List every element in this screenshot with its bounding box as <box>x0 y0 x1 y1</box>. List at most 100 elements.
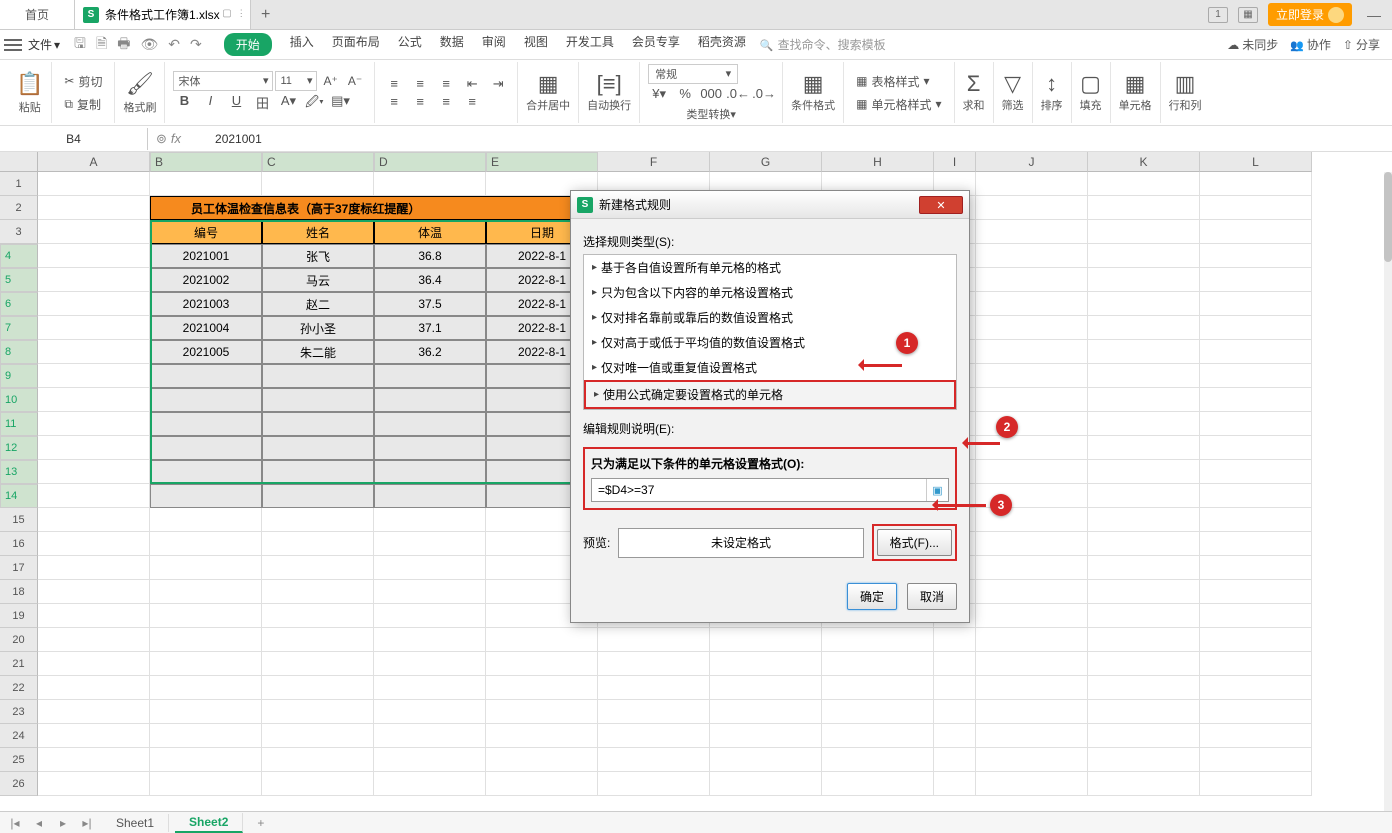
cell[interactable] <box>38 652 150 676</box>
cell[interactable] <box>150 676 262 700</box>
cell[interactable]: 朱二能 <box>262 340 374 364</box>
dec-decimal-icon[interactable]: .0→ <box>752 86 774 102</box>
col-header-H[interactable]: H <box>822 152 934 172</box>
zoom-icon[interactable]: ⊚ <box>156 131 167 147</box>
font-size-select[interactable]: 11▾ <box>275 71 317 91</box>
cell[interactable] <box>1088 244 1200 268</box>
cell[interactable] <box>1088 772 1200 796</box>
formula-input[interactable] <box>592 479 926 501</box>
ribbon-tab-insert[interactable]: 插入 <box>290 33 314 56</box>
cell[interactable] <box>976 532 1088 556</box>
cell[interactable] <box>822 748 934 772</box>
cell[interactable]: 张飞 <box>262 244 374 268</box>
cell[interactable] <box>374 436 486 460</box>
cell[interactable] <box>598 724 710 748</box>
sheet-nav-first[interactable]: |◂ <box>6 816 24 830</box>
cell[interactable] <box>150 172 262 196</box>
cell[interactable] <box>1088 388 1200 412</box>
cell[interactable] <box>822 652 934 676</box>
decrease-font-icon[interactable]: A⁻ <box>344 71 366 91</box>
cell[interactable] <box>262 388 374 412</box>
cell[interactable] <box>976 436 1088 460</box>
cell[interactable]: 36.2 <box>374 340 486 364</box>
cell[interactable] <box>1200 244 1312 268</box>
cell[interactable] <box>150 556 262 580</box>
cell[interactable] <box>1088 652 1200 676</box>
cell[interactable] <box>262 364 374 388</box>
share-button[interactable]: 分享 <box>1343 36 1380 53</box>
row-header-8[interactable]: 8 <box>0 340 38 364</box>
cell[interactable] <box>1200 172 1312 196</box>
cell[interactable] <box>976 604 1088 628</box>
cell[interactable] <box>976 316 1088 340</box>
cell[interactable] <box>1088 316 1200 340</box>
col-header-A[interactable]: A <box>38 152 150 172</box>
dialog-titlebar[interactable]: S 新建格式规则 ✕ <box>571 191 969 219</box>
cell[interactable] <box>598 748 710 772</box>
sheet-tab-1[interactable]: Sheet1 <box>102 814 169 832</box>
cell[interactable] <box>150 580 262 604</box>
row-header-4[interactable]: 4 <box>0 244 38 268</box>
cell[interactable]: 孙小圣 <box>262 316 374 340</box>
add-sheet-button[interactable]: + <box>249 816 272 830</box>
row-header-15[interactable]: 15 <box>0 508 38 532</box>
vertical-scrollbar[interactable] <box>1384 172 1392 812</box>
cell[interactable] <box>1200 364 1312 388</box>
cell[interactable] <box>150 748 262 772</box>
apps-grid-icon[interactable]: ▦ <box>1238 7 1258 23</box>
cell[interactable] <box>976 292 1088 316</box>
cell[interactable] <box>1200 748 1312 772</box>
cell[interactable] <box>374 556 486 580</box>
cell[interactable]: 2021003 <box>150 292 262 316</box>
cell[interactable] <box>598 772 710 796</box>
cell[interactable] <box>1088 628 1200 652</box>
sync-status[interactable]: 未同步 <box>1227 36 1278 53</box>
cell[interactable] <box>710 724 822 748</box>
cell[interactable] <box>1200 268 1312 292</box>
font-family-select[interactable]: 宋体▾ <box>173 71 273 91</box>
cell[interactable] <box>38 724 150 748</box>
cell[interactable] <box>1200 772 1312 796</box>
cell[interactable] <box>38 676 150 700</box>
row-header-14[interactable]: 14 <box>0 484 38 508</box>
cell[interactable] <box>150 532 262 556</box>
number-format-select[interactable]: 常规▾ <box>648 64 738 84</box>
cell[interactable] <box>976 652 1088 676</box>
cell[interactable] <box>38 364 150 388</box>
name-box[interactable]: B4 <box>0 128 148 150</box>
cell[interactable] <box>38 388 150 412</box>
cell[interactable] <box>1088 172 1200 196</box>
cell[interactable] <box>262 652 374 676</box>
fill-icon[interactable]: ▢ <box>1080 73 1101 95</box>
cell[interactable]: 37.1 <box>374 316 486 340</box>
cell[interactable] <box>1200 508 1312 532</box>
row-header-13[interactable]: 13 <box>0 460 38 484</box>
cell[interactable] <box>262 508 374 532</box>
save-icon[interactable]: 🖫 <box>74 33 86 57</box>
cell[interactable] <box>934 676 976 700</box>
file-menu[interactable]: 文件 ▾ <box>24 36 64 53</box>
cell[interactable] <box>1088 604 1200 628</box>
fx-icon[interactable]: fx <box>171 131 181 146</box>
cell[interactable]: 2021005 <box>150 340 262 364</box>
cell[interactable] <box>150 628 262 652</box>
cell[interactable] <box>150 484 262 508</box>
cell-style-button[interactable]: ▦ 单元格样式▾ <box>852 94 945 115</box>
cell[interactable] <box>976 364 1088 388</box>
cell[interactable] <box>1088 364 1200 388</box>
row-header-18[interactable]: 18 <box>0 580 38 604</box>
cell[interactable] <box>150 772 262 796</box>
cell[interactable] <box>822 724 934 748</box>
cell[interactable] <box>1200 484 1312 508</box>
print-icon[interactable]: 🖶 <box>117 33 130 57</box>
cell[interactable] <box>486 628 598 652</box>
sheet-tab-2[interactable]: Sheet2 <box>175 813 243 833</box>
scrollbar-thumb[interactable] <box>1384 172 1392 262</box>
ribbon-tab-data[interactable]: 数据 <box>440 33 464 56</box>
ribbon-tab-devtools[interactable]: 开发工具 <box>566 33 614 56</box>
col-header-K[interactable]: K <box>1088 152 1200 172</box>
cell[interactable] <box>38 460 150 484</box>
sheet-nav-last[interactable]: ▸| <box>78 816 96 830</box>
row-header-21[interactable]: 21 <box>0 652 38 676</box>
cell[interactable] <box>374 772 486 796</box>
